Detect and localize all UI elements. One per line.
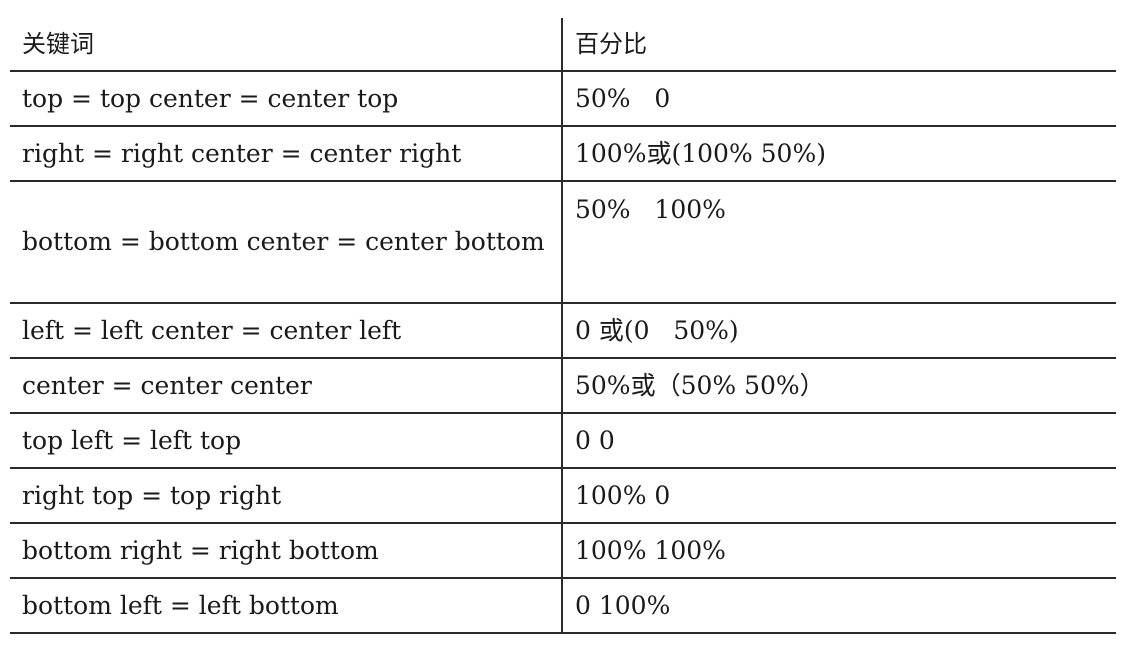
table-header-row: 关键词 百分比 [10,18,1116,72]
keyword-percent-table: 关键词 百分比 top = top center = center top 50… [10,18,1116,634]
keyword-cell: bottom right = right bottom [10,523,563,579]
keyword-cell: right = right center = center right [10,126,563,182]
percent-cell: 100%或(100% 50%) [562,126,1116,182]
keyword-cell: left = left center = center left [10,303,563,359]
table-row: bottom left = left bottom 0 100% [10,578,1116,634]
keyword-cell: top left = left top [10,413,563,469]
percent-cell: 50% 100% [562,181,1116,304]
table-row: top left = left top 0 0 [10,413,1116,469]
percent-value: 50% 100% [575,195,726,224]
table-row: left = left center = center left 0 或(0 5… [10,303,1116,359]
keyword-cell: bottom = bottom center = center bottom [10,181,563,304]
table-row: bottom right = right bottom 100% 100% [10,523,1116,579]
percent-cell: 50%或（50% 50%） [562,358,1116,414]
table-row: top = top center = center top 50% 0 [10,71,1116,127]
table-row: right = right center = center right 100%… [10,126,1116,182]
keyword-cell: top = top center = center top [10,71,563,127]
header-keyword: 关键词 [10,18,563,72]
keyword-cell: center = center center [10,358,563,414]
percent-value: 50% 0 [575,83,671,113]
keyword-cell: bottom left = left bottom [10,578,563,634]
percent-cell: 0 或(0 50%) [562,303,1116,359]
header-percent: 百分比 [562,18,1116,72]
percent-cell: 0 100% [562,578,1116,634]
percent-value: 0 100% [575,590,671,620]
percent-cell: 50% 0 [562,71,1116,127]
keyword-cell: right top = top right [10,468,563,524]
keyword-percent-table-container: 关键词 百分比 top = top center = center top 50… [10,18,1116,634]
percent-value: 100% 100% [575,535,726,565]
percent-value: 100%或(100% 50%) [575,138,826,168]
table-row: right top = top right 100% 0 [10,468,1116,524]
table-row: bottom = bottom center = center bottom 5… [10,181,1116,304]
percent-cell: 100% 100% [562,523,1116,579]
percent-value: 0 0 [575,425,615,455]
percent-cell: 0 0 [562,413,1116,469]
percent-value: 50%或（50% 50%） [575,370,825,400]
percent-cell: 100% 0 [562,468,1116,524]
percent-value: 0 或(0 50%) [575,315,739,345]
percent-value: 100% 0 [575,480,671,510]
table-row: center = center center 50%或（50% 50%） [10,358,1116,414]
